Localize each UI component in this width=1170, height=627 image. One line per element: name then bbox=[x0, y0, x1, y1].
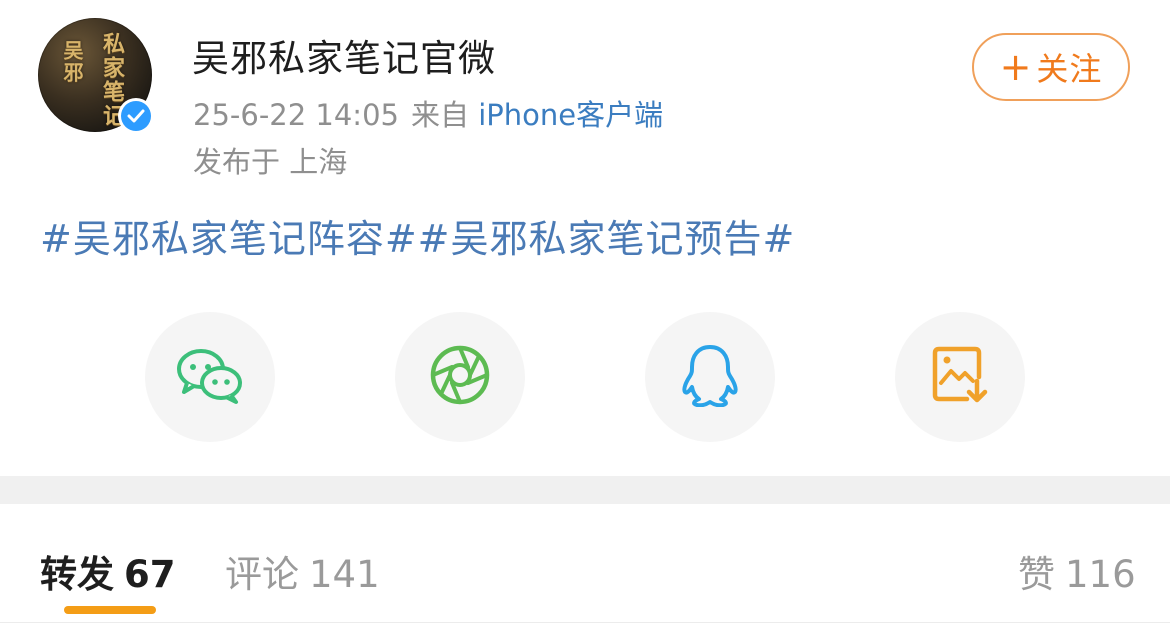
tab-like-count: 116 bbox=[1065, 553, 1136, 596]
plus-icon: + bbox=[999, 45, 1033, 89]
save-image-button[interactable] bbox=[895, 312, 1025, 442]
interaction-tabs: 转发 67 评论 141 赞 116 bbox=[0, 504, 1170, 627]
follow-button[interactable]: + 关注 bbox=[972, 33, 1130, 101]
tab-comment-label: 评论 bbox=[225, 553, 299, 596]
moments-icon bbox=[428, 343, 492, 411]
tab-comment-count: 141 bbox=[309, 553, 380, 596]
from-label: 来自 bbox=[410, 98, 469, 132]
post-location: 发布于 上海 bbox=[193, 145, 348, 179]
tab-repost[interactable]: 转发 67 bbox=[40, 544, 176, 598]
tab-like[interactable]: 赞 116 bbox=[1018, 544, 1136, 598]
tab-repost-count: 67 bbox=[124, 553, 176, 596]
verified-badge-icon bbox=[118, 98, 154, 134]
post-source[interactable]: iPhone客户端 bbox=[478, 98, 663, 132]
active-tab-indicator bbox=[64, 606, 156, 614]
account-name[interactable]: 吴邪私家笔记官微 bbox=[192, 28, 496, 82]
avatar-text-1: 吴邪 bbox=[60, 40, 84, 84]
share-row bbox=[0, 312, 1170, 442]
bottom-divider bbox=[0, 622, 1170, 623]
post-meta: 25-6-22 14:05 来自 iPhone客户端 bbox=[193, 92, 663, 134]
share-wechat-button[interactable] bbox=[145, 312, 275, 442]
post-header: 吴邪 私家笔记 吴邪私家笔记官微 25-6-22 14:05 来自 iPhone客… bbox=[0, 0, 1170, 190]
post-time: 25-6-22 14:05 bbox=[193, 98, 399, 132]
follow-label: 关注 bbox=[1036, 50, 1103, 88]
post-topics[interactable]: #吴邪私家笔记阵容##吴邪私家笔记预告# bbox=[40, 208, 795, 263]
share-moments-button[interactable] bbox=[395, 312, 525, 442]
section-divider bbox=[0, 476, 1170, 504]
tab-like-label: 赞 bbox=[1018, 553, 1055, 596]
tab-comment[interactable]: 评论 141 bbox=[225, 544, 380, 598]
wechat-icon bbox=[175, 345, 245, 409]
save-image-icon bbox=[931, 345, 989, 409]
share-qq-button[interactable] bbox=[645, 312, 775, 442]
tab-repost-label: 转发 bbox=[40, 553, 114, 596]
qq-icon bbox=[680, 343, 740, 411]
